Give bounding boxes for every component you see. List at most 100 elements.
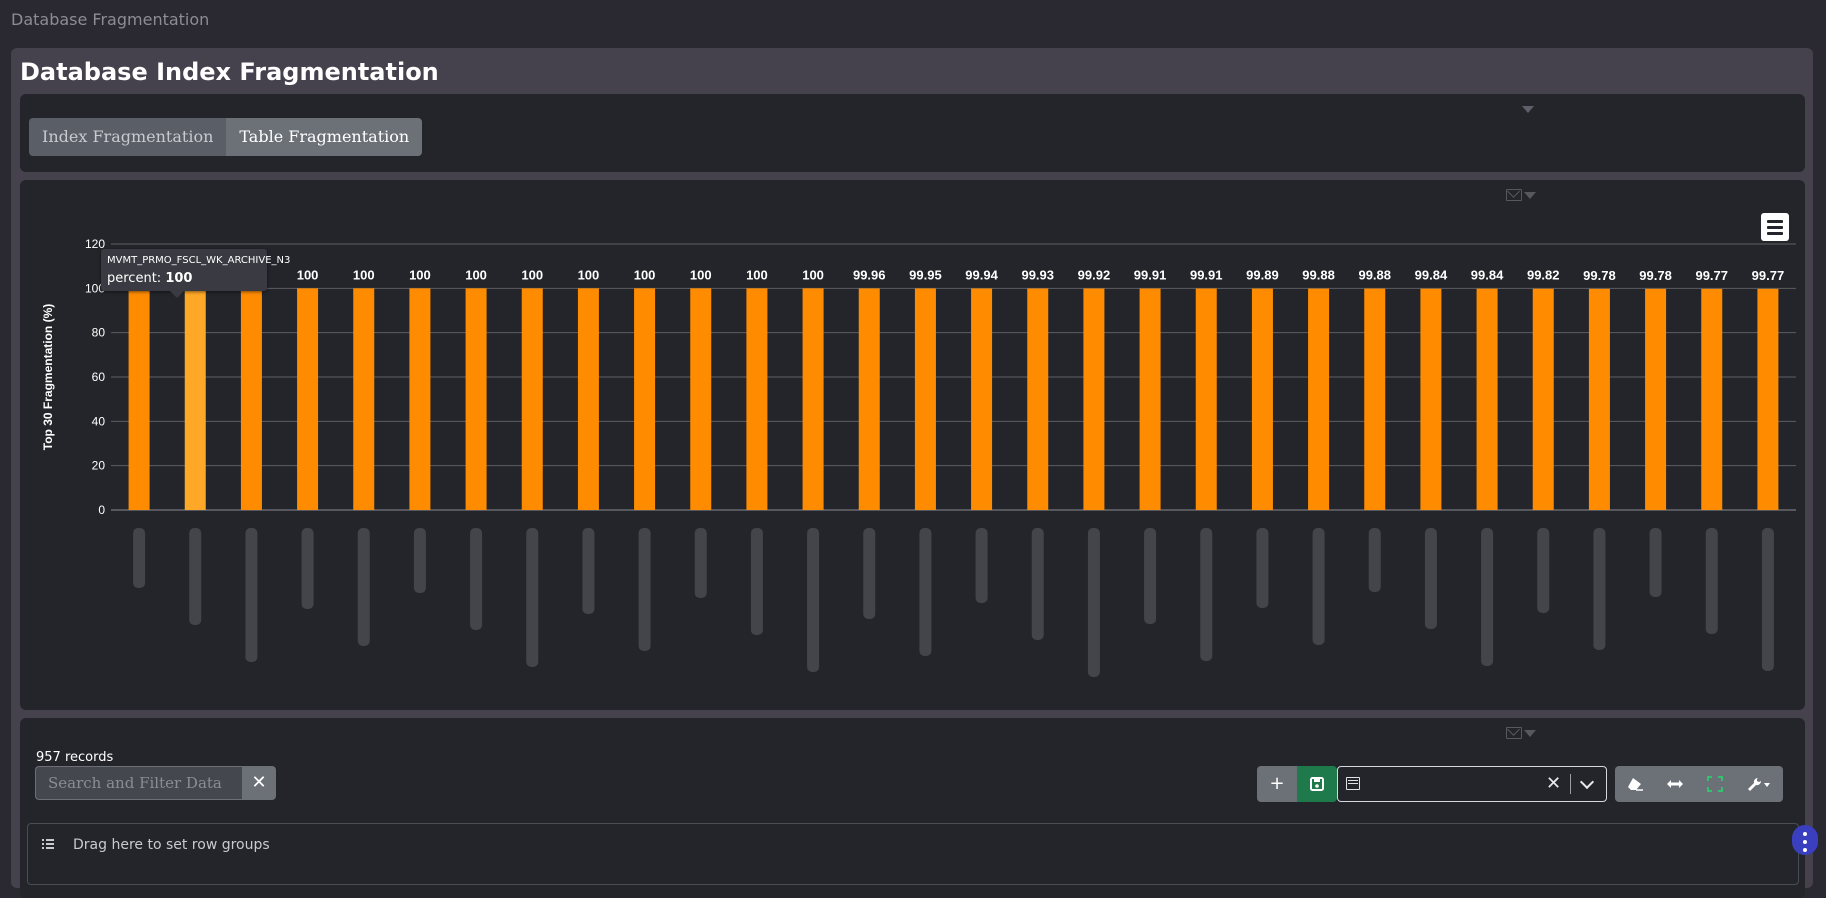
x-category-label-blurred	[526, 528, 539, 667]
row-group-panel[interactable]: Drag here to set row groups	[27, 823, 1799, 885]
data-label: 99.78	[1639, 268, 1672, 283]
data-label: 100	[690, 267, 712, 282]
bar[interactable]	[1645, 288, 1667, 510]
chart-card: 0 20 40 60 80 100 120 Top 30 Fragmentation (%)…	[20, 180, 1805, 710]
wrench-icon	[1748, 777, 1770, 791]
list-icon	[42, 839, 54, 849]
bar[interactable]	[353, 288, 375, 510]
data-label: 99.92	[1078, 268, 1111, 283]
layout-select[interactable]: ✕	[1337, 766, 1607, 802]
bar[interactable]	[1476, 288, 1498, 510]
x-category-label-blurred	[1200, 528, 1213, 661]
layout-divider	[1570, 774, 1571, 794]
bar[interactable]	[577, 288, 599, 510]
bar[interactable]	[858, 288, 880, 510]
data-label: 100	[353, 267, 375, 282]
x-category-label-blurred	[189, 528, 202, 625]
tooltip-value: 100	[165, 271, 193, 286]
bars	[128, 288, 1779, 510]
clear-filters-button[interactable]	[1615, 766, 1655, 802]
data-label: 100	[634, 267, 656, 282]
x-category-label-blurred	[1481, 528, 1494, 666]
bar[interactable]	[971, 288, 993, 510]
bar[interactable]	[914, 288, 936, 510]
x-category-label-blurred	[975, 528, 988, 603]
arrows-horizontal-icon	[1667, 780, 1683, 788]
data-label: 99.95	[909, 267, 942, 282]
bar[interactable]	[1420, 288, 1442, 510]
expand-icon	[1707, 776, 1723, 792]
data-label: 100	[465, 267, 487, 282]
x-category-label-blurred	[750, 528, 763, 635]
data-label: 99.91	[1134, 268, 1167, 283]
grid-menu-caret-icon[interactable]	[1524, 730, 1536, 737]
bar[interactable]	[521, 288, 543, 510]
data-label: 99.77	[1695, 268, 1728, 283]
search-clear-button[interactable]: ✕	[242, 766, 276, 800]
tools-menu-button[interactable]	[1735, 766, 1783, 802]
bar[interactable]	[1701, 288, 1723, 510]
x-category-label-blurred	[133, 528, 146, 588]
data-label: 99.91	[1190, 268, 1223, 283]
bar[interactable]	[1027, 288, 1049, 510]
chart-tooltip: MVMT_PRMO_FSCL_WK_ARCHIVE_N3 percent: 10…	[101, 249, 290, 298]
x-category-labels-blurred	[133, 528, 1774, 677]
tooltip-label: percent:	[107, 271, 162, 286]
bar[interactable]	[802, 288, 824, 510]
x-category-label-blurred	[1144, 528, 1157, 624]
search-input[interactable]	[35, 766, 242, 800]
add-save-group: +	[1257, 766, 1337, 802]
data-labels: 10010010010010010010010010010010010099.9…	[128, 267, 1784, 283]
fullscreen-button[interactable]	[1695, 766, 1735, 802]
tab-index-fragmentation[interactable]: Index Fragmentation	[29, 118, 227, 156]
tabs-card: Index Fragmentation Table Fragmentation	[20, 94, 1805, 172]
layout-clear-icon[interactable]: ✕	[1546, 773, 1561, 794]
chevron-down-icon[interactable]	[1579, 774, 1595, 790]
bar[interactable]	[1364, 288, 1386, 510]
bar[interactable]	[128, 288, 150, 510]
y-tick-label: 20	[92, 459, 106, 473]
bar[interactable]	[297, 288, 319, 510]
data-label: 99.84	[1471, 268, 1504, 283]
x-category-label-blurred	[1031, 528, 1044, 640]
y-tick-label: 80	[92, 326, 106, 340]
tab-table-fragmentation[interactable]: Table Fragmentation	[226, 118, 423, 156]
grid-mail-icon[interactable]	[1506, 727, 1522, 739]
data-label: 99.84	[1415, 268, 1448, 283]
bar[interactable]	[409, 288, 431, 510]
data-label: 99.77	[1752, 268, 1785, 283]
x-category-label-blurred	[470, 528, 483, 630]
add-button[interactable]: +	[1257, 766, 1297, 802]
bar[interactable]	[1308, 288, 1330, 510]
bar[interactable]	[1195, 288, 1217, 510]
bar[interactable]	[1532, 288, 1554, 510]
bar[interactable]	[1251, 288, 1273, 510]
x-category-label-blurred	[694, 528, 707, 598]
collapse-caret-icon[interactable]	[1522, 106, 1534, 113]
bar[interactable]	[1139, 288, 1161, 510]
bar[interactable]	[634, 288, 656, 510]
bar[interactable]	[690, 288, 712, 510]
bar[interactable]	[465, 288, 487, 510]
bar[interactable]	[1083, 288, 1105, 510]
x-category-label-blurred	[1537, 528, 1550, 613]
layout-icon	[1346, 777, 1360, 790]
bar[interactable]	[1588, 288, 1610, 510]
data-label: 99.88	[1358, 268, 1391, 283]
x-category-label-blurred	[807, 528, 820, 672]
data-label: 100	[802, 267, 824, 282]
bar[interactable]	[1757, 288, 1779, 510]
bar[interactable]	[184, 288, 206, 510]
x-category-label-blurred	[1312, 528, 1325, 645]
bar[interactable]	[240, 288, 262, 510]
save-button[interactable]	[1297, 766, 1337, 802]
x-category-label-blurred	[919, 528, 932, 656]
y-tick-label: 40	[92, 414, 106, 428]
x-category-label-blurred	[1705, 528, 1718, 634]
more-options-button[interactable]	[1792, 825, 1818, 855]
bar[interactable]	[746, 288, 768, 510]
record-count: 957 records	[36, 750, 114, 765]
x-category-label-blurred	[1256, 528, 1269, 608]
autosize-columns-button[interactable]	[1655, 766, 1695, 802]
x-category-label-blurred	[1087, 528, 1100, 677]
